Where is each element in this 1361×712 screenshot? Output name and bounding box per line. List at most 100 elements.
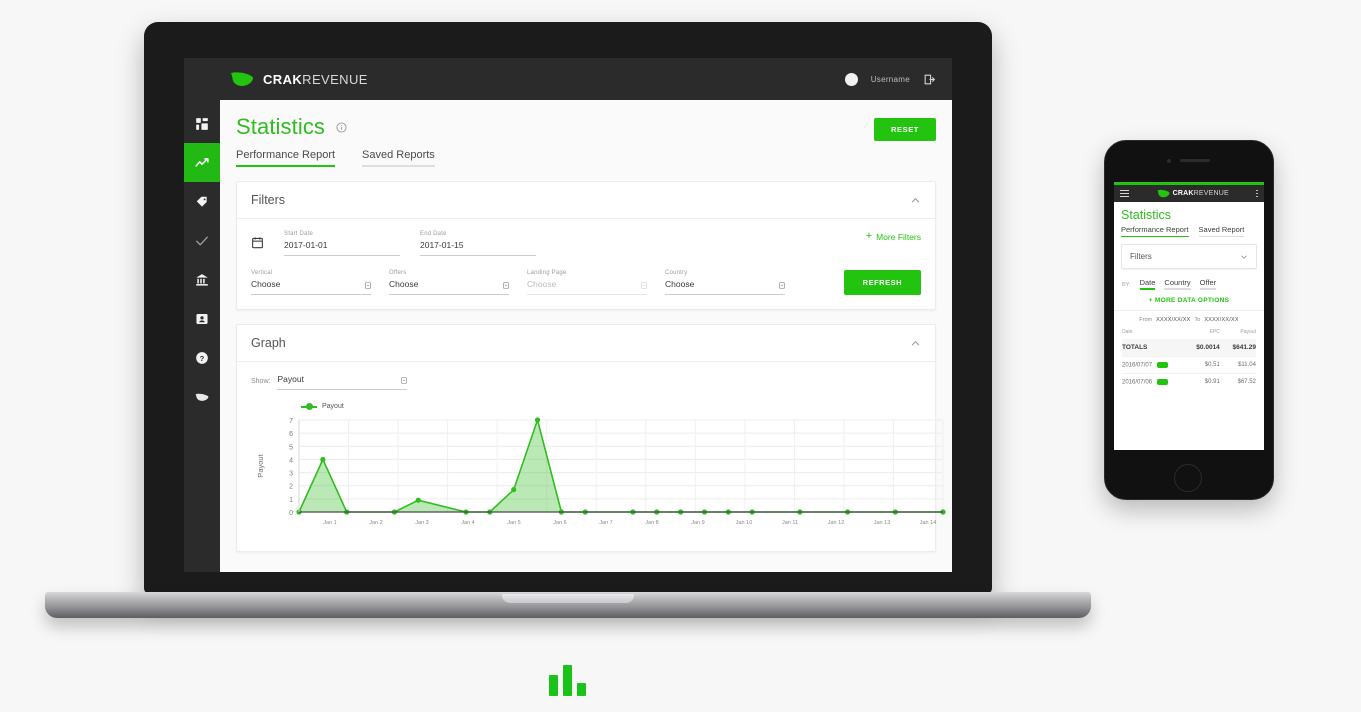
crak-bird-logo-icon bbox=[1157, 189, 1170, 198]
chevron-down-icon bbox=[779, 282, 785, 289]
filters-row-selects: Vertical Choose Offers Choose Landing Pa… bbox=[251, 270, 921, 295]
sidebar-item-billing[interactable] bbox=[184, 260, 220, 299]
end-date-field[interactable]: End Date 2017-01-15 bbox=[420, 231, 536, 256]
mobile-topbar: CRAKREVENUE bbox=[1114, 185, 1264, 202]
calendar-icon[interactable] bbox=[251, 236, 264, 249]
topbar-brand-gutter bbox=[184, 58, 220, 100]
refresh-button[interactable]: REFRESH bbox=[843, 270, 921, 295]
hamburger-icon[interactable] bbox=[1120, 189, 1129, 199]
tab-saved-reports-label: Saved Reports bbox=[362, 149, 435, 161]
mobile-by-date-label: Date bbox=[1139, 278, 1156, 287]
reset-button[interactable]: RESET bbox=[873, 118, 936, 141]
topbar-right-group: Username bbox=[844, 72, 936, 86]
underline bbox=[1199, 288, 1217, 290]
mobile-tabs: Performance Report Saved Report bbox=[1114, 222, 1264, 237]
mobile-brand-bold: CRAK bbox=[1172, 190, 1194, 197]
mobile-date-range[interactable]: From XXXX/XX/XX To XXXX/XX/XX bbox=[1122, 311, 1256, 327]
offers-value: Choose bbox=[389, 279, 419, 289]
tag-icon bbox=[196, 196, 207, 207]
info-icon[interactable] bbox=[336, 121, 347, 133]
graph-card-body: Show: Payout Payout 012 3 4 5 6 7 Jan 1 … bbox=[237, 362, 946, 551]
country-select[interactable]: Country Choose bbox=[665, 270, 785, 295]
mobile-filters-accordion[interactable]: Filters bbox=[1121, 244, 1257, 269]
tabs: Performance Report Saved Reports bbox=[236, 149, 936, 167]
brand-text: CRAKREVENUE bbox=[263, 72, 368, 87]
svg-text:3: 3 bbox=[289, 471, 293, 478]
sidebar-item-statistics[interactable] bbox=[184, 143, 220, 182]
sidebar-item-dashboard[interactable] bbox=[184, 104, 220, 143]
sidebar-item-offers[interactable] bbox=[184, 182, 220, 221]
tab-performance-report[interactable]: Performance Report bbox=[236, 149, 336, 167]
sidebar-item-help[interactable]: ? bbox=[184, 338, 220, 377]
graph-card: Graph Show: Payout Payout 0 1 2 3 4 5 6 … bbox=[236, 324, 946, 552]
show-metric-row: Show: Payout bbox=[251, 374, 921, 390]
mobile-by-label: BY: bbox=[1122, 281, 1131, 288]
chevron-up-icon[interactable] bbox=[910, 195, 921, 206]
svg-text:?: ? bbox=[200, 353, 205, 362]
svg-text:Jan 4: Jan 4 bbox=[461, 520, 474, 526]
sidebar-item-approvals[interactable] bbox=[184, 221, 220, 260]
row-date-group: 2016/07/06 bbox=[1122, 379, 1184, 386]
app-body: ? RESET Statistics Performance Report Sa… bbox=[184, 100, 952, 572]
tab-inactive-underline bbox=[362, 165, 435, 167]
mobile-brand[interactable]: CRAKREVENUE bbox=[1157, 189, 1229, 198]
phone-camera bbox=[1167, 159, 1171, 163]
chart-line-icon bbox=[195, 157, 209, 167]
table-row[interactable]: 2016/07/07 $0.51 $11.04 bbox=[1122, 355, 1256, 374]
mobile-tab-saved-report[interactable]: Saved Report bbox=[1198, 225, 1245, 237]
crak-bird-logo-icon bbox=[231, 72, 253, 86]
col-header-payout: Payout bbox=[1240, 328, 1256, 335]
avatar[interactable] bbox=[844, 72, 858, 86]
brand-logo-group[interactable]: CRAKREVENUE bbox=[220, 71, 368, 87]
kebab-menu-icon[interactable] bbox=[1256, 189, 1258, 198]
start-date-field[interactable]: Start Date 2017-01-01 bbox=[284, 231, 400, 256]
svg-text:Jan 5: Jan 5 bbox=[507, 520, 520, 526]
svg-text:Jan 3: Jan 3 bbox=[415, 520, 428, 526]
chevron-down-icon bbox=[401, 377, 408, 384]
landing-page-select[interactable]: Landing Page Choose bbox=[527, 270, 647, 295]
underline bbox=[1139, 288, 1156, 290]
chevron-up-icon[interactable] bbox=[910, 338, 921, 349]
logo-bar-3 bbox=[577, 683, 586, 696]
mobile-to-value: XXXX/XX/XX bbox=[1204, 316, 1239, 323]
page-title-row: Statistics bbox=[236, 114, 936, 140]
sidebar-item-crak-logo[interactable] bbox=[184, 377, 220, 416]
svg-text:1: 1 bbox=[289, 497, 293, 504]
row-date: 2016/07/07 bbox=[1122, 362, 1153, 369]
mobile-more-data-options-link[interactable]: + MORE DATA OPTIONS bbox=[1114, 290, 1264, 310]
filters-card-header[interactable]: Filters bbox=[237, 182, 935, 219]
filters-card: Filters Start Date 2017-01-01 End Date 2… bbox=[236, 181, 936, 310]
mobile-tab-inactive-underline bbox=[1198, 235, 1245, 237]
bank-icon bbox=[196, 273, 208, 286]
phone-mockup: CRAKREVENUE Statistics Performance Repor… bbox=[1104, 140, 1274, 500]
mobile-filters-label: Filters bbox=[1130, 252, 1152, 261]
mobile-by-country[interactable]: Country bbox=[1164, 278, 1191, 290]
phone-speaker bbox=[1180, 159, 1210, 162]
phone-home-button[interactable] bbox=[1174, 464, 1202, 492]
sidebar: ? bbox=[184, 100, 220, 572]
mobile-brand-text: CRAKREVENUE bbox=[1173, 190, 1229, 197]
end-date-label: End Date bbox=[420, 231, 447, 237]
sidebar-item-account[interactable] bbox=[184, 299, 220, 338]
offers-select[interactable]: Offers Choose bbox=[389, 270, 509, 295]
vertical-select[interactable]: Vertical Choose bbox=[251, 270, 371, 295]
svg-text:Jan 14: Jan 14 bbox=[920, 520, 937, 526]
logout-icon[interactable] bbox=[923, 73, 936, 86]
graph-card-header[interactable]: Graph bbox=[237, 325, 935, 362]
mobile-tab-performance-report[interactable]: Performance Report bbox=[1121, 225, 1189, 237]
payout-area-chart[interactable]: 0 1 2 3 4 5 6 7 Jan 1 Jan 2 Jan 3 Jan 4 Jan 5 Jan 6 Ja… bbox=[251, 414, 951, 532]
question-circle-icon: ? bbox=[196, 351, 208, 364]
mobile-by-offer[interactable]: Offer bbox=[1199, 278, 1217, 290]
svg-text:5: 5 bbox=[289, 444, 293, 451]
table-row[interactable]: 2016/07/06 $0.91 $67.52 bbox=[1122, 373, 1256, 391]
svg-text:Payout: Payout bbox=[256, 453, 265, 477]
start-date-underline bbox=[284, 255, 400, 256]
svg-text:Jan 10: Jan 10 bbox=[736, 520, 753, 526]
row-status-pill bbox=[1157, 379, 1169, 386]
tab-saved-reports[interactable]: Saved Reports bbox=[362, 149, 435, 167]
more-filters-link[interactable]: + More Filters bbox=[866, 231, 921, 242]
mobile-by-date[interactable]: Date bbox=[1139, 278, 1156, 290]
chevron-down-icon bbox=[365, 282, 371, 289]
show-metric-select[interactable]: Payout bbox=[277, 374, 408, 390]
svg-text:4: 4 bbox=[289, 457, 293, 464]
